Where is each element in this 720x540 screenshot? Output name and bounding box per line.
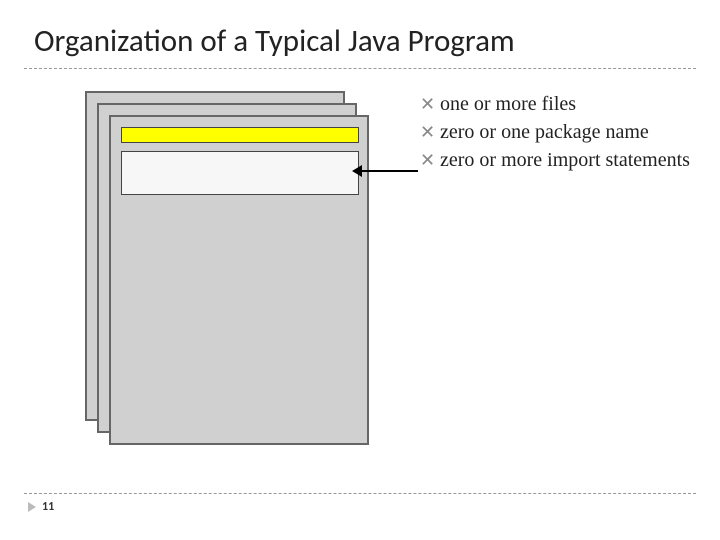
bullet-icon: ✕ (420, 147, 440, 173)
import-block-highlight (121, 151, 359, 195)
arrow-head-icon (352, 165, 362, 177)
slide-title: Organization of a Typical Java Program (0, 0, 720, 68)
bullet-text: one or more files (440, 91, 576, 117)
bullet-icon: ✕ (420, 119, 440, 145)
list-item: ✕ zero or one package name (420, 119, 700, 145)
list-item: ✕ one or more files (420, 91, 700, 117)
triangle-icon (28, 502, 36, 512)
divider-bottom (24, 493, 696, 494)
arrow-line (358, 170, 418, 172)
bullet-icon: ✕ (420, 91, 440, 117)
file-stack (85, 91, 370, 446)
bullet-list: ✕ one or more files ✕ zero or one packag… (420, 91, 700, 175)
page-number: 11 (42, 500, 54, 514)
package-line-highlight (121, 127, 359, 143)
list-item: ✕ zero or more import statements (420, 147, 700, 173)
bullet-text: zero or one package name (440, 119, 649, 145)
page-indicator: 11 (24, 500, 696, 514)
file-box-front (109, 115, 369, 445)
bullet-text: zero or more import statements (440, 147, 690, 173)
content-area: ✕ one or more files ✕ zero or one packag… (0, 69, 720, 469)
footer: 11 (24, 493, 696, 514)
